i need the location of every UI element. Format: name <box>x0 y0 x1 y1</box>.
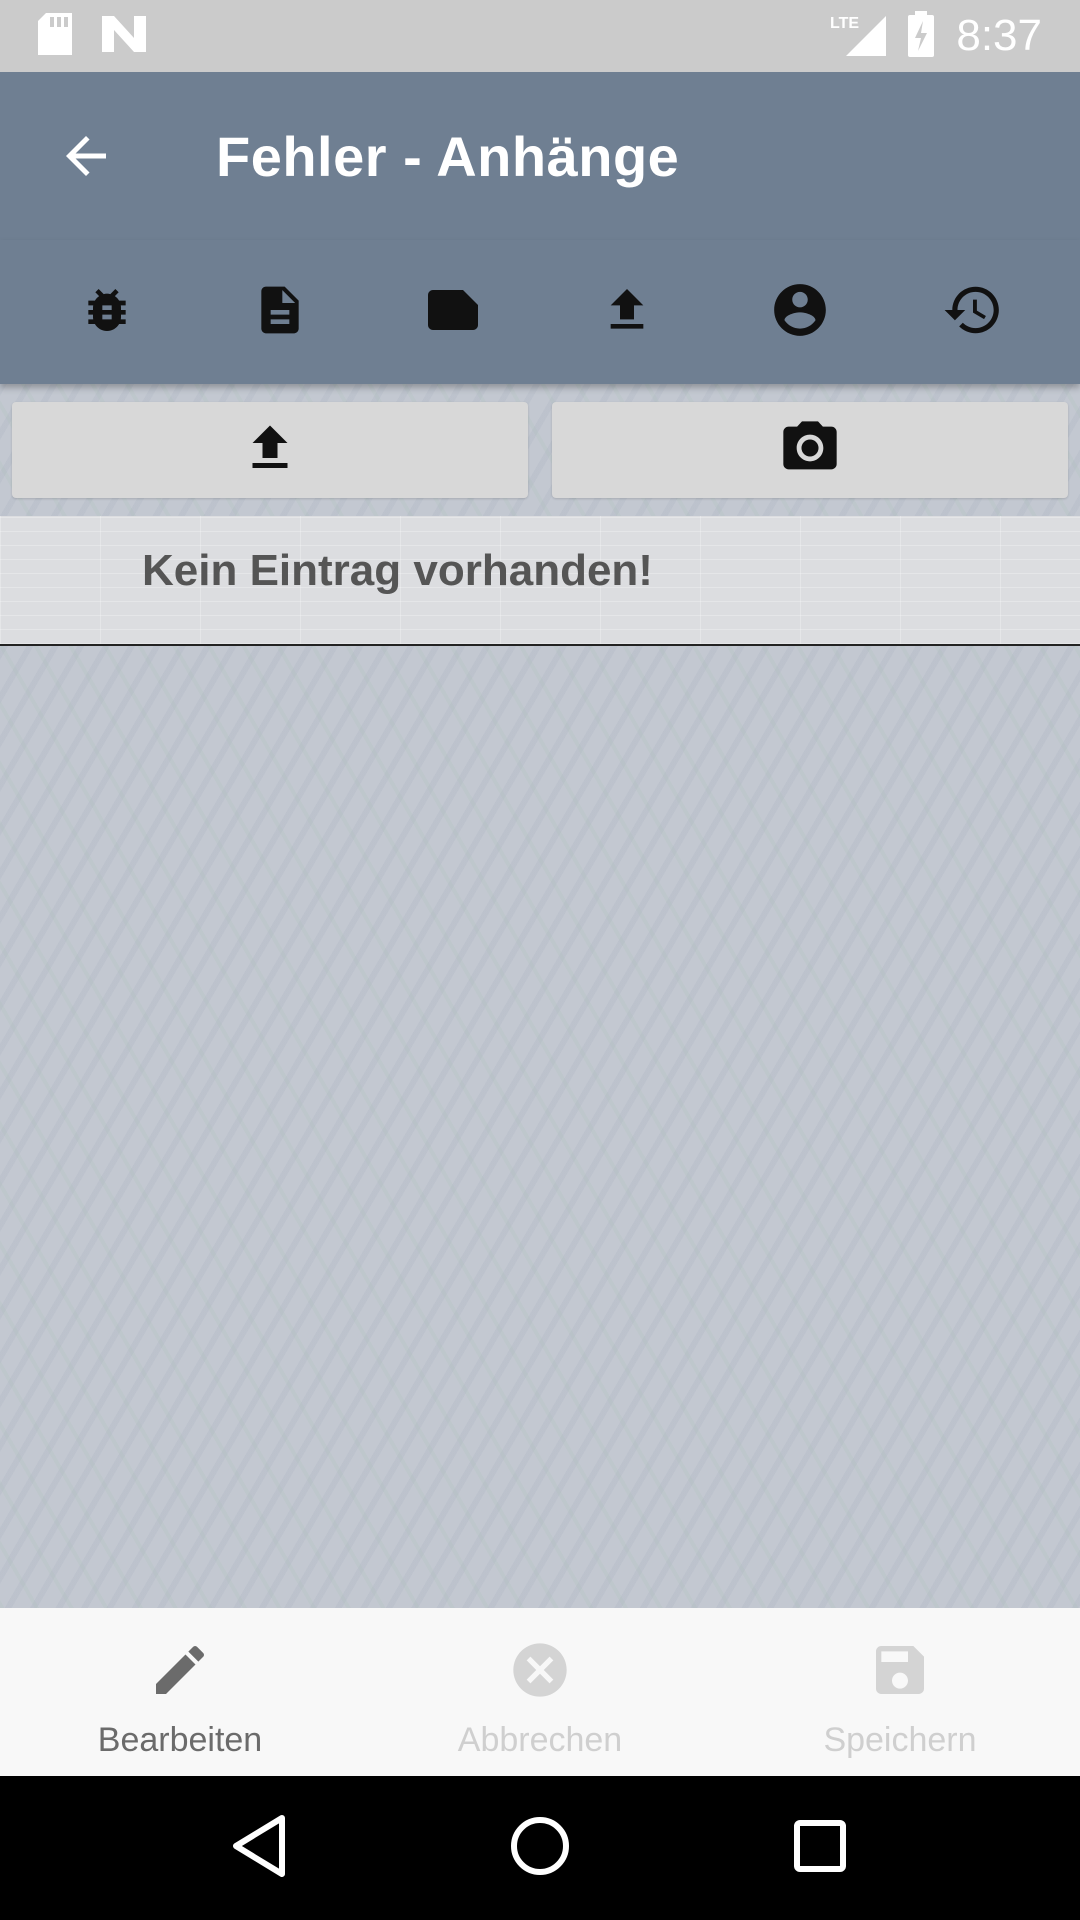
cancel-label: Abbrechen <box>457 1721 623 1759</box>
note-icon <box>423 280 483 345</box>
square-recents-icon <box>792 1818 848 1879</box>
cancel-button[interactable]: Abbrechen <box>360 1608 720 1776</box>
page-title: Fehler - Anhänge <box>216 125 680 188</box>
bug-icon <box>79 282 135 343</box>
nav-home-button[interactable] <box>480 1788 600 1908</box>
tab-document[interactable] <box>193 240 366 384</box>
arrow-back-icon[interactable] <box>56 126 116 186</box>
nav-recents-button[interactable] <box>760 1788 880 1908</box>
app-bar: Fehler - Anhänge <box>0 72 1080 240</box>
tab-account[interactable] <box>713 240 886 384</box>
svg-text:LTE: LTE <box>830 15 859 32</box>
status-bar: LTE 8:37 <box>0 0 1080 72</box>
sd-card-icon <box>38 12 72 60</box>
navigation-bar <box>0 1776 1080 1920</box>
tab-bar <box>0 240 1080 384</box>
triangle-back-icon <box>230 1814 290 1883</box>
save-label: Speichern <box>823 1721 977 1759</box>
history-icon <box>942 279 1004 346</box>
camera-icon <box>778 416 842 485</box>
save-icon <box>868 1638 932 1707</box>
battery-charging-icon <box>908 10 935 62</box>
upload-icon <box>240 418 300 483</box>
pencil-icon <box>148 1638 212 1707</box>
camera-button[interactable] <box>552 402 1068 498</box>
clock: 8:37 <box>956 11 1042 60</box>
n-icon <box>102 15 146 57</box>
bottom-action-bar: Bearbeiten Abbrechen Speichern <box>0 1608 1080 1776</box>
action-row <box>12 402 1068 498</box>
nav-back-button[interactable] <box>200 1788 320 1908</box>
lte-signal-icon: LTE <box>830 12 887 61</box>
upload-button[interactable] <box>12 402 528 498</box>
attachment-list: Kein Eintrag vorhanden! <box>0 516 1080 646</box>
tab-bug[interactable] <box>20 240 193 384</box>
tab-history[interactable] <box>887 240 1060 384</box>
empty-message: Kein Eintrag vorhanden! <box>142 546 653 595</box>
upload-icon <box>599 282 655 343</box>
cancel-icon <box>508 1638 572 1707</box>
save-button[interactable]: Speichern <box>720 1608 1080 1776</box>
screen: LTE 8:37 Fehler - Anhänge Kein Eintrag v… <box>0 0 1080 1920</box>
edit-button[interactable]: Bearbeiten <box>0 1608 360 1776</box>
circle-home-icon <box>508 1814 572 1883</box>
tab-upload[interactable] <box>540 240 713 384</box>
document-icon <box>252 282 308 343</box>
tab-note[interactable] <box>367 240 540 384</box>
account-icon <box>769 279 831 346</box>
edit-label: Bearbeiten <box>97 1721 263 1759</box>
